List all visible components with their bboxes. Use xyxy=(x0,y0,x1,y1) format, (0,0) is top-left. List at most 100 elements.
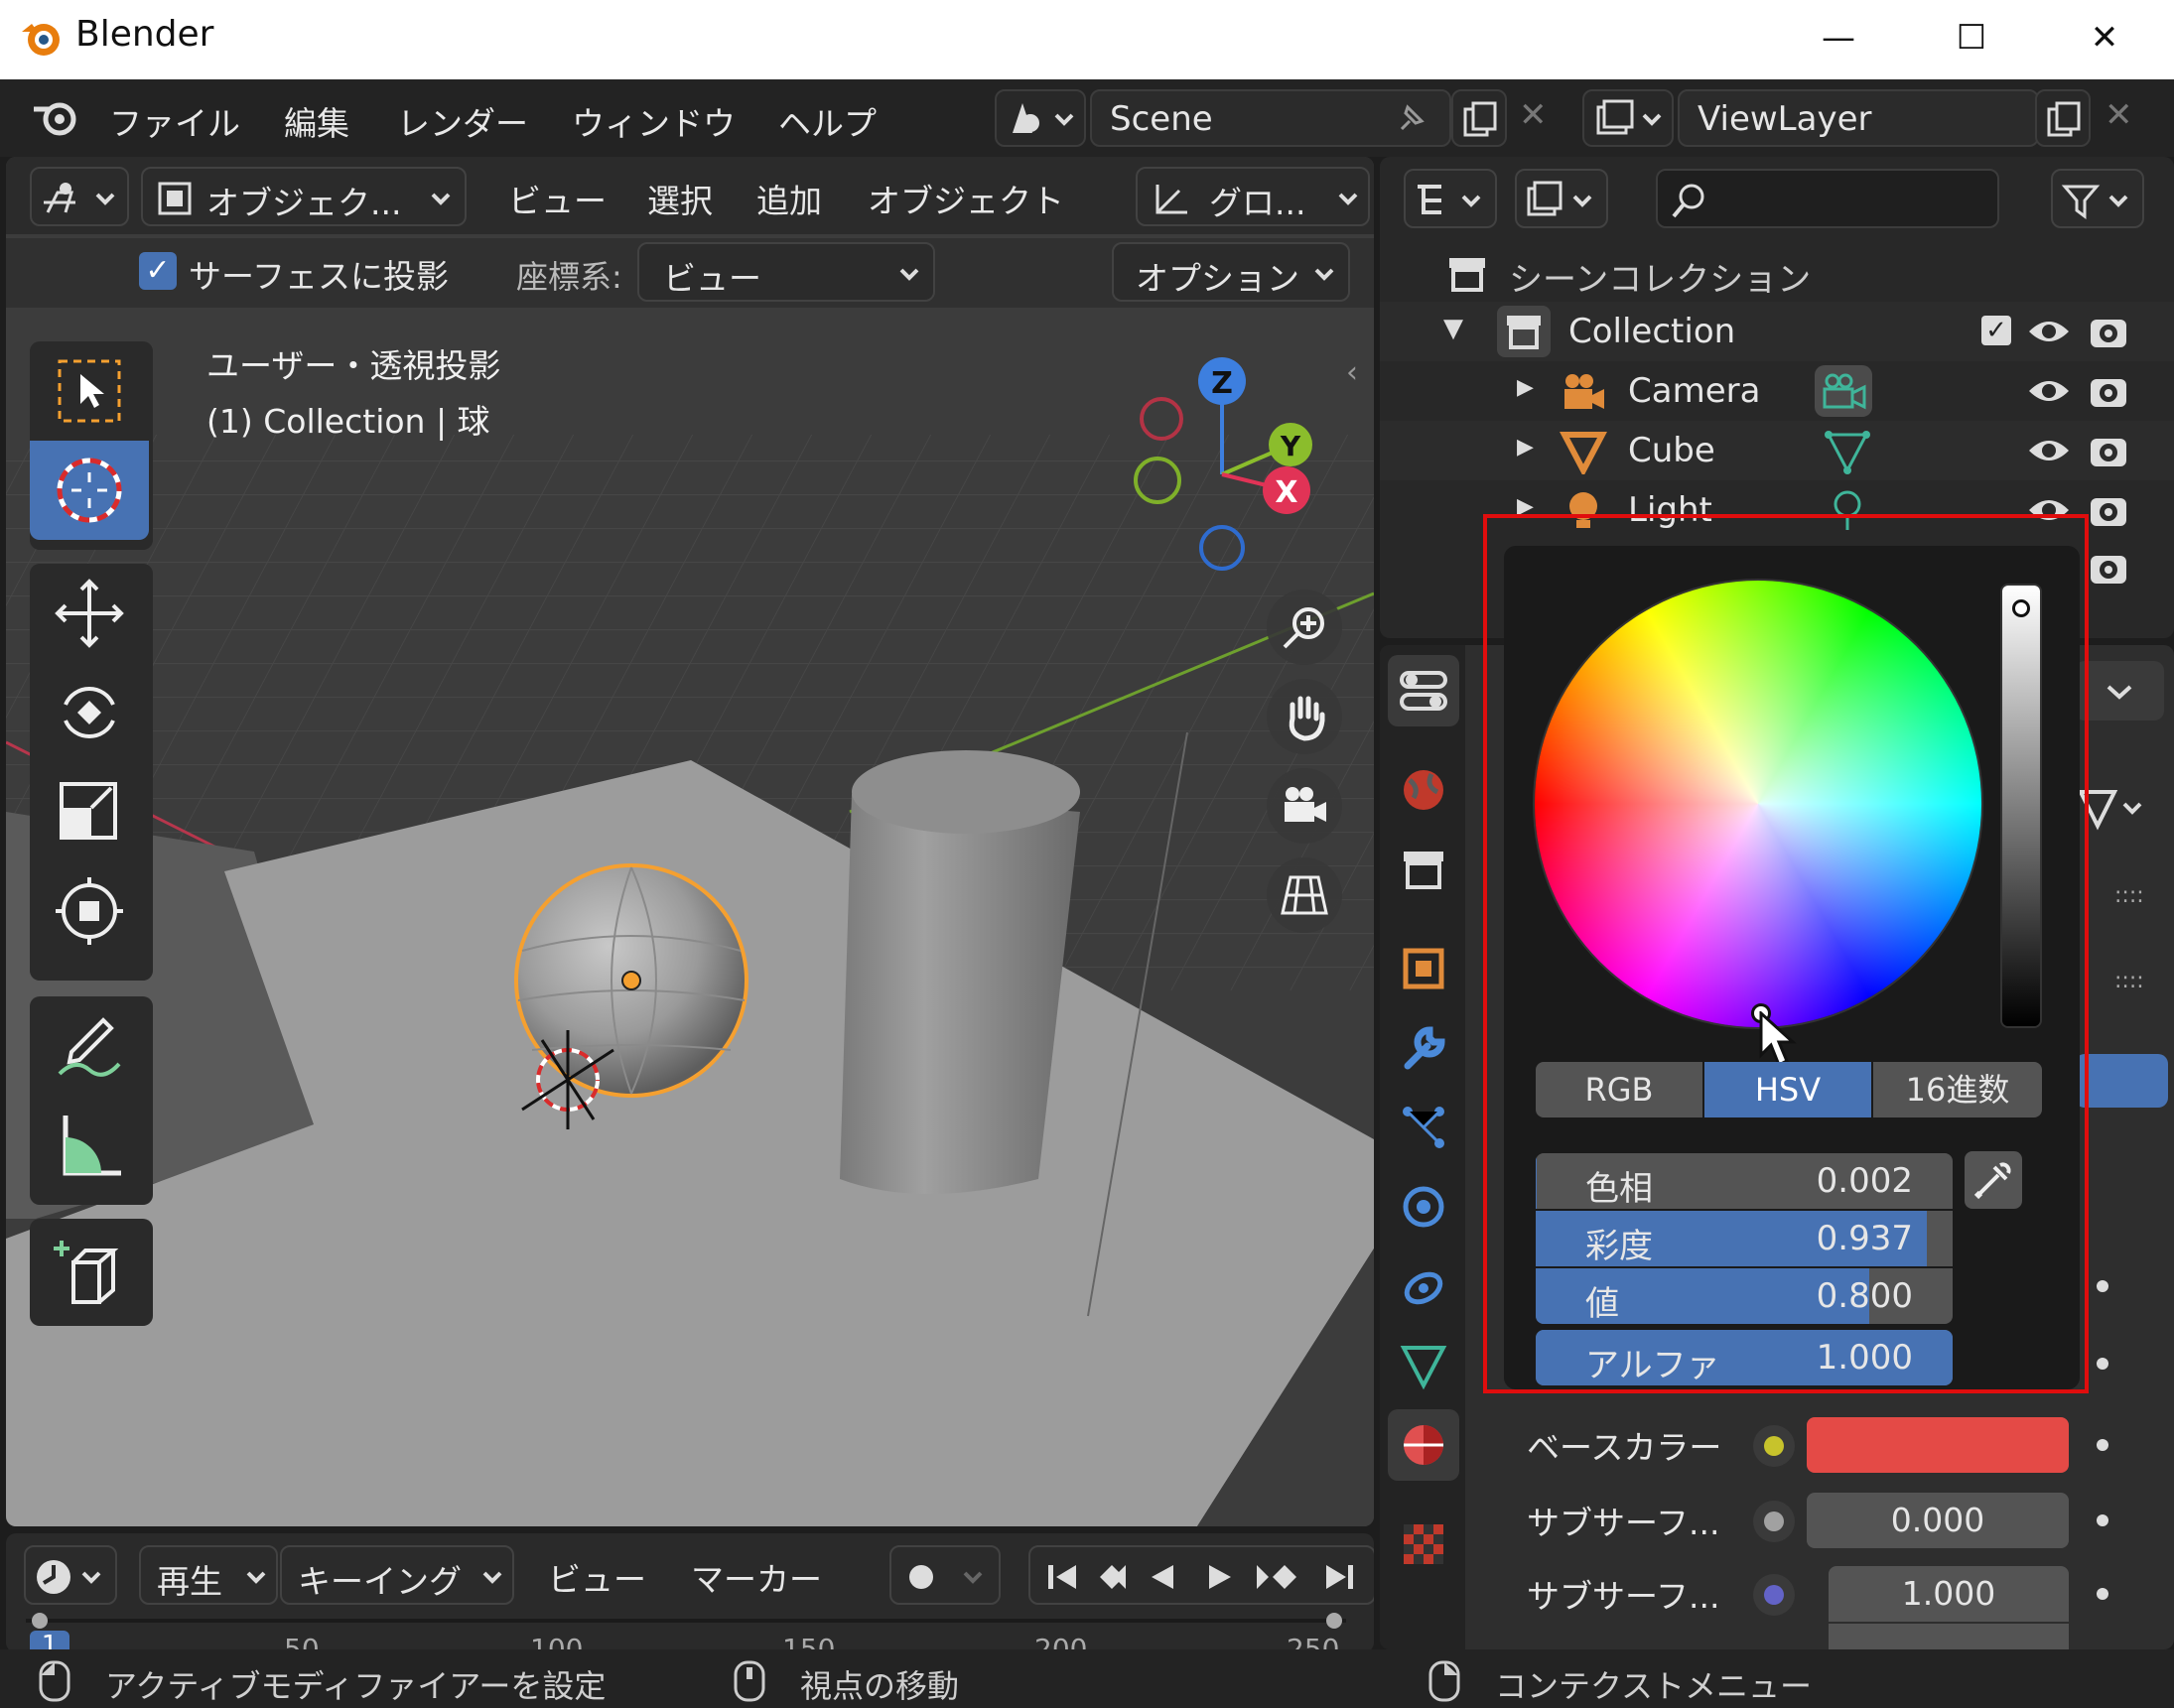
menu-edit[interactable]: 編集 xyxy=(284,97,349,145)
coord-system-dropdown[interactable]: ビュー xyxy=(637,242,935,302)
sidebar-toggle-icon[interactable]: ‹ xyxy=(1346,355,1358,390)
keying-dropdown[interactable]: キーイング xyxy=(280,1545,514,1605)
drag-handle-icon[interactable]: :::: xyxy=(2114,883,2144,908)
tab-constraints[interactable] xyxy=(1388,1250,1459,1322)
render-camera-icon[interactable] xyxy=(2087,310,2130,353)
scene-name-field[interactable]: Scene xyxy=(1090,89,1451,147)
pan-button[interactable] xyxy=(1267,679,1342,754)
timeline-scrub-track[interactable] xyxy=(26,1619,1346,1623)
keyframe-dot[interactable] xyxy=(2097,1358,2108,1370)
outliner-search-input[interactable] xyxy=(1656,169,1999,228)
tab-texture[interactable] xyxy=(1388,1509,1459,1580)
add-cube-tool[interactable] xyxy=(30,1219,149,1326)
camera-data-icon-bg[interactable] xyxy=(1815,365,1872,417)
timeline-menu-marker[interactable]: マーカー xyxy=(691,1553,822,1601)
menu-help[interactable]: ヘルプ xyxy=(778,97,877,145)
active-toggle-button[interactable] xyxy=(2075,1054,2168,1108)
viewlayer-duplicate-button[interactable] xyxy=(2035,89,2091,147)
menu-render[interactable]: レンダー xyxy=(397,97,528,145)
outliner-scene-collection[interactable]: シーンコレクション xyxy=(1380,242,2174,302)
next-keyframe-icon[interactable] xyxy=(1257,1565,1296,1589)
play-icon[interactable] xyxy=(1209,1565,1231,1589)
surface-project-checkbox[interactable]: ✓ xyxy=(139,252,177,290)
outliner-collection-row[interactable]: ▼ Collection ✓ xyxy=(1380,302,2174,361)
transport-buttons[interactable] xyxy=(1036,1557,1374,1597)
subsurface-value-field[interactable]: 0.000 xyxy=(1807,1493,2069,1548)
expand-arrow-icon[interactable]: ▶ xyxy=(1517,435,1534,460)
collection-exclude-checkbox[interactable]: ✓ xyxy=(1981,316,2011,345)
playback-dropdown[interactable]: 再生 xyxy=(139,1545,278,1605)
render-camera-icon[interactable] xyxy=(2087,546,2130,590)
tab-modifiers[interactable] xyxy=(1388,1012,1459,1084)
select-box-tool[interactable] xyxy=(30,341,149,441)
subsurface-radius-field-2[interactable] xyxy=(1829,1624,2069,1649)
scale-tool[interactable] xyxy=(30,762,149,861)
render-camera-icon[interactable] xyxy=(2087,369,2130,413)
viewlayer-name-field[interactable]: ViewLayer xyxy=(1678,89,2039,147)
zoom-button[interactable] xyxy=(1267,590,1342,665)
navigation-gizmo[interactable]: Z Y X xyxy=(1108,345,1336,574)
ortho-toggle-button[interactable] xyxy=(1267,857,1342,933)
move-tool[interactable] xyxy=(30,564,149,663)
transform-tool[interactable] xyxy=(30,861,149,961)
keyframe-dot[interactable] xyxy=(2097,1588,2108,1600)
outliner-editor-type-button[interactable] xyxy=(1404,169,1497,228)
viewlayer-browse-button[interactable] xyxy=(1582,89,1674,147)
scene-browse-button[interactable] xyxy=(995,89,1086,147)
jump-start-icon[interactable] xyxy=(1048,1565,1076,1589)
viewlayer-delete-icon[interactable]: ✕ xyxy=(2105,95,2133,135)
jump-end-icon[interactable] xyxy=(1326,1565,1353,1589)
viewport-menu-object[interactable]: オブジェクト xyxy=(868,175,1064,222)
blender-menu-icon[interactable] xyxy=(30,95,81,139)
menu-file[interactable]: ファイル xyxy=(109,97,240,145)
keyframe-dot[interactable] xyxy=(2097,1439,2108,1451)
tab-object[interactable] xyxy=(1388,933,1459,1004)
keyframe-dot[interactable] xyxy=(2097,1280,2108,1292)
editor-type-props-button[interactable] xyxy=(1388,655,1459,726)
tab-material[interactable] xyxy=(1388,1409,1459,1481)
cursor-tool[interactable] xyxy=(30,441,149,540)
tab-world[interactable] xyxy=(1388,754,1459,826)
timeline-menu-view[interactable]: ビュー xyxy=(548,1553,646,1601)
mesh-data-icon[interactable] xyxy=(1823,427,1872,474)
base-color-swatch[interactable] xyxy=(1807,1417,2069,1473)
pin-icon[interactable] xyxy=(1390,99,1429,139)
base-color-socket[interactable] xyxy=(1753,1425,1795,1467)
expand-arrow-icon[interactable]: ▶ xyxy=(1517,375,1534,400)
outliner-cube-row[interactable]: ▶ Cube xyxy=(1380,421,2174,480)
frame-range-start-handle[interactable] xyxy=(32,1613,48,1629)
drag-handle-icon[interactable]: :::: xyxy=(2114,969,2144,993)
subsurface-socket[interactable] xyxy=(1753,1501,1795,1542)
options-dropdown[interactable]: オプション xyxy=(1112,242,1350,302)
scene-duplicate-button[interactable] xyxy=(1451,89,1507,147)
keyframe-dot[interactable] xyxy=(2097,1514,2108,1526)
timeline-editor-type-button[interactable] xyxy=(24,1545,117,1605)
mode-dropdown[interactable]: オブジェク... xyxy=(141,167,467,226)
close-window-button[interactable]: ✕ xyxy=(2065,8,2144,67)
viewport-menu-view[interactable]: ビュー xyxy=(508,175,607,222)
tab-particles[interactable] xyxy=(1388,1092,1459,1163)
display-mode-button[interactable] xyxy=(1515,169,1608,228)
render-camera-icon[interactable] xyxy=(2087,488,2130,532)
measure-tool[interactable] xyxy=(30,1096,149,1195)
viewport-menu-add[interactable]: 追加 xyxy=(756,175,822,222)
eye-icon[interactable] xyxy=(2027,431,2071,470)
3d-viewport[interactable]: オブジェク... ビュー 選択 追加 オブジェクト グロ... ✓ サーフェスに… xyxy=(6,157,1374,1526)
scene-delete-icon[interactable]: ✕ xyxy=(1519,95,1548,135)
annotate-tool[interactable] xyxy=(30,996,149,1096)
collapse-arrow-icon[interactable]: ▼ xyxy=(1443,314,1463,343)
subsurface-radius-field[interactable]: 1.000 xyxy=(1829,1566,2069,1622)
menu-window[interactable]: ウィンドウ xyxy=(572,97,736,145)
subsurface-radius-socket[interactable] xyxy=(1753,1574,1795,1616)
filter-button[interactable] xyxy=(2051,169,2144,228)
transform-orientation-dropdown[interactable]: グロ... xyxy=(1136,167,1370,226)
tab-collection[interactable] xyxy=(1388,834,1459,905)
maximize-button[interactable]: ☐ xyxy=(1932,8,2011,67)
outliner-camera-row[interactable]: ▶ Camera xyxy=(1380,361,2174,421)
frame-range-end-handle[interactable] xyxy=(1326,1613,1342,1629)
rotate-tool[interactable] xyxy=(30,663,149,762)
play-reverse-icon[interactable] xyxy=(1152,1565,1173,1589)
editor-type-button[interactable] xyxy=(30,167,129,226)
eye-icon[interactable] xyxy=(2027,371,2071,411)
camera-view-button[interactable] xyxy=(1267,768,1342,844)
